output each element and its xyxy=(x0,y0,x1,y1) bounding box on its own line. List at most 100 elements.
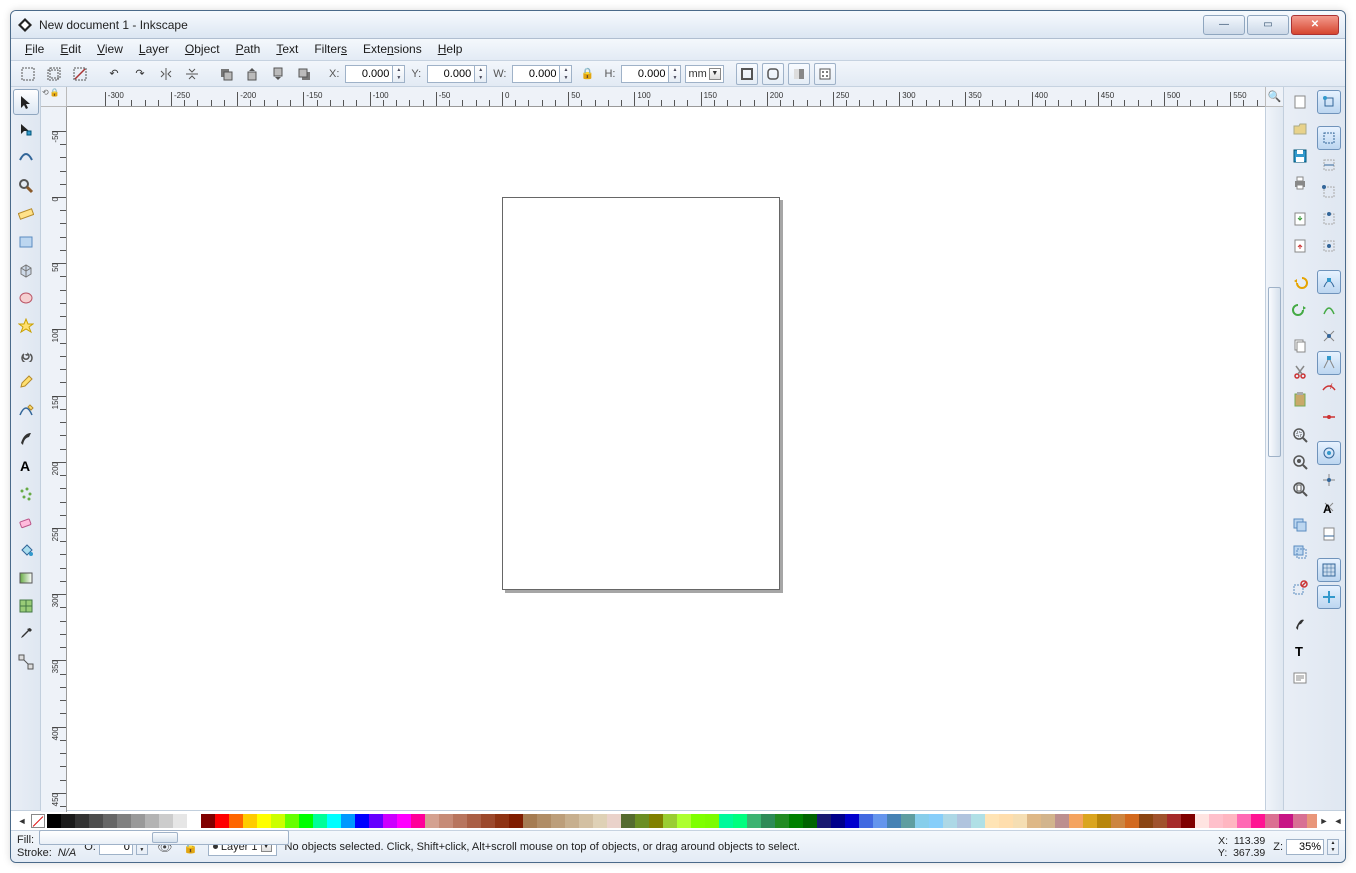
swatch[interactable] xyxy=(1209,814,1223,828)
palette-scroll[interactable] xyxy=(39,830,289,845)
zoom-corner-icon[interactable]: 🔍 xyxy=(1265,87,1283,107)
new-doc-icon[interactable] xyxy=(1288,90,1312,114)
zoom-tool-icon[interactable] xyxy=(13,173,39,199)
duplicate-icon[interactable] xyxy=(1288,513,1312,537)
snap-other-icon[interactable] xyxy=(1317,441,1341,465)
menu-view[interactable]: View xyxy=(89,39,131,60)
swatch[interactable] xyxy=(957,814,971,828)
swatch[interactable] xyxy=(537,814,551,828)
swatch[interactable] xyxy=(1279,814,1293,828)
swatch[interactable] xyxy=(47,814,61,828)
swatch[interactable] xyxy=(257,814,271,828)
palette-no-color[interactable] xyxy=(31,814,45,828)
snap-bbox-midpoint-icon[interactable] xyxy=(1317,207,1341,231)
snap-smooth-icon[interactable]: f xyxy=(1317,378,1341,402)
bucket-tool-icon[interactable] xyxy=(13,537,39,563)
swatch[interactable] xyxy=(1027,814,1041,828)
swatch[interactable] xyxy=(1139,814,1153,828)
eraser-tool-icon[interactable] xyxy=(13,509,39,535)
snap-cusp-icon[interactable] xyxy=(1317,351,1341,375)
lower-icon[interactable] xyxy=(267,63,289,85)
swatch[interactable] xyxy=(1293,814,1307,828)
swatch[interactable] xyxy=(845,814,859,828)
swatch[interactable] xyxy=(663,814,677,828)
export-icon[interactable] xyxy=(1288,234,1312,258)
swatch[interactable] xyxy=(173,814,187,828)
affect-pattern-icon[interactable] xyxy=(814,63,836,85)
swatch[interactable] xyxy=(635,814,649,828)
snap-bbox-edge-icon[interactable] xyxy=(1317,153,1341,177)
pencil-tool-icon[interactable] xyxy=(13,369,39,395)
snap-bbox-icon[interactable] xyxy=(1317,126,1341,150)
snap-bbox-corner-icon[interactable] xyxy=(1317,180,1341,204)
text-dialog-icon[interactable]: T xyxy=(1288,639,1312,663)
swatch[interactable] xyxy=(271,814,285,828)
text-tool-icon[interactable]: A xyxy=(13,453,39,479)
swatch[interactable] xyxy=(313,814,327,828)
snap-page-border-icon[interactable] xyxy=(1317,558,1341,582)
swatch[interactable] xyxy=(89,814,103,828)
swatch[interactable] xyxy=(495,814,509,828)
star-tool-icon[interactable] xyxy=(13,313,39,339)
save-icon[interactable] xyxy=(1288,144,1312,168)
swatch[interactable] xyxy=(831,814,845,828)
swatch[interactable] xyxy=(285,814,299,828)
ellipse-tool-icon[interactable] xyxy=(13,285,39,311)
bezier-tool-icon[interactable] xyxy=(13,397,39,423)
palette-left-arrow[interactable]: ◄ xyxy=(15,814,29,828)
swatch[interactable] xyxy=(579,814,593,828)
swatch[interactable] xyxy=(985,814,999,828)
swatch[interactable] xyxy=(999,814,1013,828)
swatch[interactable] xyxy=(75,814,89,828)
swatch[interactable] xyxy=(607,814,621,828)
calligraphy-tool-icon[interactable] xyxy=(13,425,39,451)
swatch[interactable] xyxy=(327,814,341,828)
swatch[interactable] xyxy=(103,814,117,828)
spray-tool-icon[interactable] xyxy=(13,481,39,507)
print-icon[interactable] xyxy=(1288,171,1312,195)
v-scroll-thumb[interactable] xyxy=(1268,287,1281,457)
snap-rotation-icon[interactable]: A xyxy=(1317,495,1341,519)
palette-menu-arrow[interactable]: ◄ xyxy=(1331,814,1345,828)
swatch[interactable] xyxy=(705,814,719,828)
menu-file[interactable]: File xyxy=(17,39,52,60)
snap-midpoint-icon[interactable] xyxy=(1317,405,1341,429)
swatch[interactable] xyxy=(971,814,985,828)
swatch[interactable] xyxy=(1125,814,1139,828)
swatch[interactable] xyxy=(551,814,565,828)
swatch[interactable] xyxy=(1195,814,1209,828)
swatch[interactable] xyxy=(145,814,159,828)
deselect-icon[interactable] xyxy=(69,63,91,85)
swatch[interactable] xyxy=(789,814,803,828)
swatch[interactable] xyxy=(383,814,397,828)
3dbox-tool-icon[interactable] xyxy=(13,257,39,283)
redo-icon[interactable] xyxy=(1288,297,1312,321)
swatch[interactable] xyxy=(481,814,495,828)
swatch[interactable] xyxy=(1251,814,1265,828)
swatch[interactable] xyxy=(117,814,131,828)
palette-right-arrow[interactable]: ► xyxy=(1317,814,1331,828)
select-all-icon[interactable] xyxy=(17,63,39,85)
swatch[interactable] xyxy=(817,814,831,828)
swatch[interactable] xyxy=(1153,814,1167,828)
menu-extensions[interactable]: Extensions xyxy=(355,39,430,60)
snap-center-icon[interactable] xyxy=(1317,468,1341,492)
spiral-tool-icon[interactable] xyxy=(13,341,39,367)
swatch[interactable] xyxy=(243,814,257,828)
swatch[interactable] xyxy=(509,814,523,828)
menu-text[interactable]: Text xyxy=(268,39,306,60)
raise-top-icon[interactable] xyxy=(215,63,237,85)
affect-corners-icon[interactable] xyxy=(762,63,784,85)
selector-tool-icon[interactable] xyxy=(13,89,39,115)
copy-icon[interactable] xyxy=(1288,333,1312,357)
lower-bottom-icon[interactable] xyxy=(293,63,315,85)
gradient-tool-icon[interactable] xyxy=(13,565,39,591)
swatch[interactable] xyxy=(929,814,943,828)
swatch[interactable] xyxy=(887,814,901,828)
swatch[interactable] xyxy=(131,814,145,828)
zoom-drawing-icon[interactable] xyxy=(1288,450,1312,474)
swatch[interactable] xyxy=(425,814,439,828)
menu-path[interactable]: Path xyxy=(228,39,269,60)
menu-object[interactable]: Object xyxy=(177,39,228,60)
swatch[interactable] xyxy=(1055,814,1069,828)
